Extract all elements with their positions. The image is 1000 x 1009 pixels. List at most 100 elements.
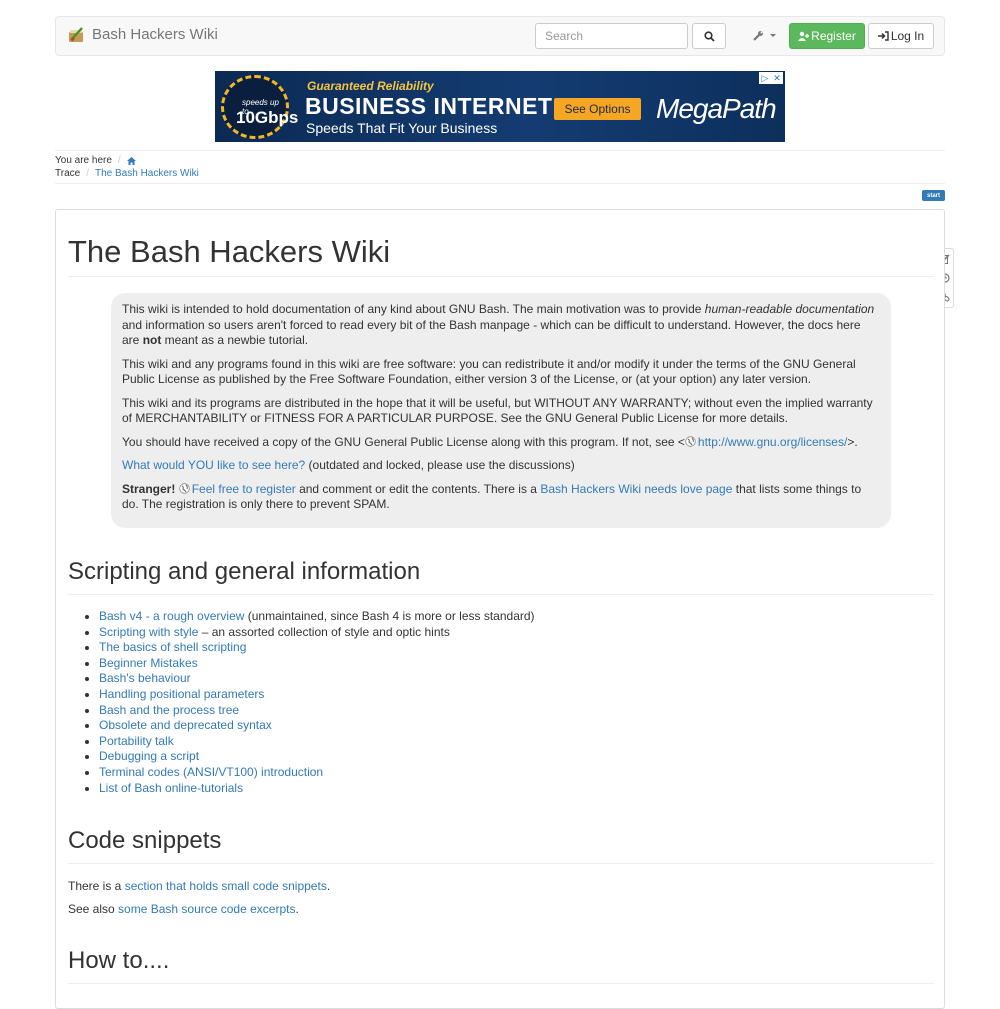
ad-close-icon[interactable]: ✕	[771, 72, 783, 84]
topic-link[interactable]: Scripting with style	[99, 625, 198, 639]
what-would-you-like-link[interactable]: What would YOU like to see here?	[122, 458, 305, 472]
page-id-badge: start	[922, 190, 946, 201]
breadcrumb-separator: /	[86, 168, 89, 179]
breadcrumb-trace: Trace / The Bash Hackers Wiki	[55, 168, 199, 179]
topic-link[interactable]: Debugging a script	[99, 749, 199, 763]
brand-link[interactable]: Bash Hackers Wiki	[68, 26, 218, 43]
needs-love-link[interactable]: Bash Hackers Wiki needs love page	[540, 482, 732, 496]
snippets-section-link[interactable]: section that holds small code snippets	[125, 879, 327, 893]
register-button[interactable]: Register	[789, 23, 865, 49]
intro-strong: Stranger!	[122, 481, 176, 496]
ad-kicker: Guaranteed Reliability	[307, 79, 434, 93]
para-text: See also	[68, 902, 119, 916]
section-title-snippets: Code snippets	[68, 827, 934, 864]
intro-strong: not	[142, 333, 162, 347]
intro-paragraph-1: This wiki is intended to hold documentat…	[122, 302, 880, 349]
intro-paragraph-6: Stranger! Feel free to register and comm…	[122, 482, 880, 513]
content-panel: The Bash Hackers Wiki This wiki is inten…	[55, 209, 945, 1009]
topic-link[interactable]: Obsolete and deprecated syntax	[99, 718, 272, 732]
page-title: The Bash Hackers Wiki	[68, 234, 934, 277]
intro-text: (outdated and locked, please use the dis…	[305, 458, 575, 472]
list-item: Terminal codes (ANSI/VT100) introduction	[99, 765, 535, 781]
breadcrumb-separator: /	[117, 155, 121, 166]
tools-dropdown-button[interactable]	[744, 23, 784, 49]
intro-text: >.	[847, 434, 858, 449]
globe-icon	[178, 482, 190, 494]
list-item: Handling positional parameters	[99, 687, 535, 703]
source-excerpts-link[interactable]: some Bash source code excerpts	[118, 902, 295, 916]
para-text: .	[326, 879, 331, 893]
intro-text: and comment or edit the contents. There …	[295, 481, 541, 496]
navbar: Bash Hackers Wiki Register Log In	[55, 16, 945, 56]
home-icon[interactable]	[126, 156, 136, 165]
search-button[interactable]	[692, 23, 726, 49]
intro-paragraph-5: What would YOU like to see here? (outdat…	[122, 458, 880, 474]
topic-link[interactable]: List of Bash online-tutorials	[99, 781, 243, 795]
ad-cta-button[interactable]: See Options	[554, 98, 641, 120]
topic-link[interactable]: Bash's behaviour	[99, 671, 191, 685]
breadcrumb-you-are-here: You are here /	[55, 155, 136, 166]
trace-link[interactable]: The Bash Hackers Wiki	[95, 168, 199, 179]
brand-title: Bash Hackers Wiki	[92, 26, 218, 43]
ad-speed-badge: speeds up to 10Gbps	[221, 75, 298, 139]
list-item: The basics of shell scripting	[99, 640, 535, 656]
list-item: List of Bash online-tutorials	[99, 781, 535, 797]
ad-brand-logo: MegaPath	[656, 93, 777, 124]
caret-down-icon	[769, 34, 776, 37]
intro-text: You should have received a copy of the G…	[122, 434, 685, 449]
source-excerpts-paragraph: See also some Bash source code excerpts.	[68, 902, 299, 916]
list-item: Bash's behaviour	[99, 671, 535, 687]
list-item: Scripting with style – an assorted colle…	[99, 625, 535, 641]
topic-note: – an assorted collection of style and op…	[198, 624, 450, 639]
intro-paragraph-4: You should have received a copy of the G…	[122, 435, 880, 451]
topic-link[interactable]: Bash v4 - a rough overview	[99, 609, 244, 623]
wiki-logo-icon	[68, 26, 85, 43]
list-item: Beginner Mistakes	[99, 656, 535, 672]
divider	[55, 150, 945, 151]
wrench-icon	[752, 31, 763, 41]
ad-badge-big: 10Gbps	[236, 108, 299, 127]
sign-in-icon	[877, 31, 889, 41]
trace-label: Trace	[55, 168, 81, 179]
topic-link[interactable]: Bash and the process tree	[99, 703, 239, 717]
search-input[interactable]	[535, 23, 688, 49]
ad-headline: BUSINESS INTERNET	[305, 93, 553, 119]
login-label: Log In	[890, 29, 925, 43]
intro-paragraph-2: This wiki and any programs found in this…	[122, 356, 856, 387]
list-item: Portability talk	[99, 734, 535, 750]
topic-link[interactable]: Handling positional parameters	[99, 687, 264, 701]
list-item: Debugging a script	[99, 749, 535, 765]
section-title-scripting: Scripting and general information	[68, 558, 934, 595]
intro-text: This wiki is intended to hold documentat…	[122, 302, 705, 316]
ad-choices[interactable]: ▷ ✕	[759, 72, 783, 84]
list-item: Obsolete and deprecated syntax	[99, 718, 535, 734]
para-text: .	[295, 902, 299, 916]
register-link[interactable]: Feel free to register	[192, 482, 296, 496]
list-item: Bash and the process tree	[99, 703, 535, 719]
topic-note: (unmaintained, since Bash 4 is more or l…	[244, 609, 535, 623]
topic-link[interactable]: The basics of shell scripting	[99, 640, 246, 654]
login-button[interactable]: Log In	[868, 23, 934, 49]
topic-link[interactable]: Beginner Mistakes	[99, 656, 198, 670]
topic-link[interactable]: Terminal codes (ANSI/VT100) introduction	[99, 765, 323, 779]
user-plus-icon	[798, 31, 810, 41]
globe-icon	[685, 435, 696, 447]
snippets-paragraph: There is a section that holds small code…	[68, 879, 330, 893]
para-text: There is a	[68, 879, 125, 893]
topic-list: Bash v4 - a rough overview (unmaintained…	[86, 609, 535, 796]
divider	[55, 183, 945, 184]
intro-text: meant as a newbie tutorial.	[161, 333, 309, 347]
ad-info-icon[interactable]: ▷	[759, 72, 771, 84]
register-label: Register	[811, 29, 856, 43]
list-item: Bash v4 - a rough overview (unmaintained…	[99, 609, 535, 625]
search-icon	[703, 30, 715, 42]
ad-banner[interactable]: speeds up to 10Gbps Guaranteed Reliabili…	[215, 71, 785, 142]
intro-box: This wiki is intended to hold documentat…	[111, 293, 891, 528]
ad-subheadline: Speeds That Fit Your Business	[306, 120, 498, 136]
you-are-here-label: You are here	[55, 155, 112, 166]
topic-link[interactable]: Portability talk	[99, 734, 174, 748]
section-title-howto: How to....	[68, 947, 934, 984]
intro-paragraph-3: This wiki and its programs are distribut…	[122, 395, 873, 426]
intro-emphasis: human-readable documentation	[704, 302, 875, 316]
gnu-licenses-link[interactable]: http://www.gnu.org/licenses/	[698, 435, 847, 449]
